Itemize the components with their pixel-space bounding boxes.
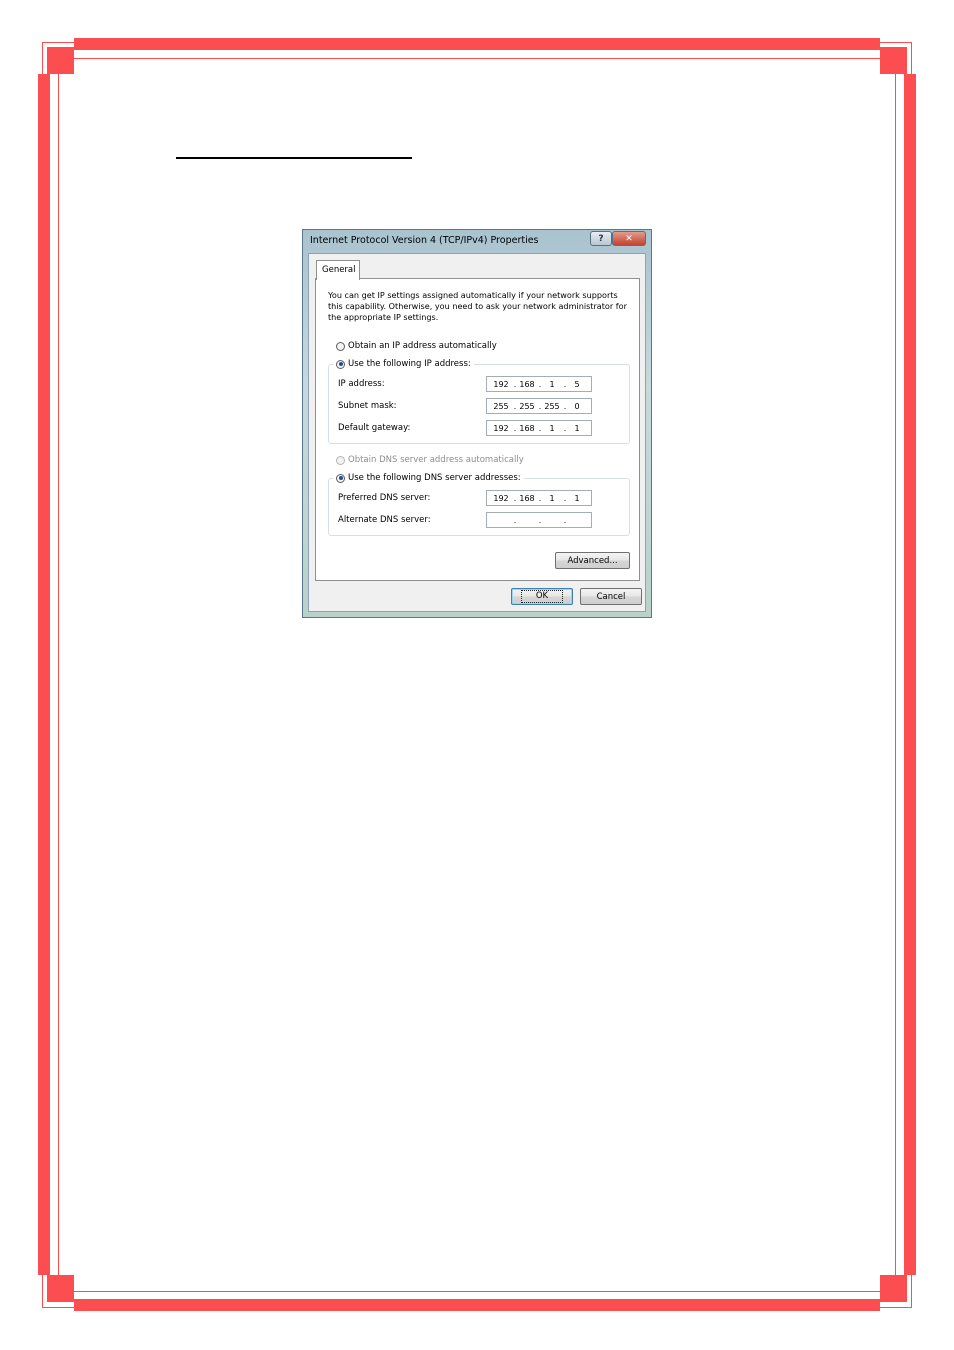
tab-general[interactable]: General [316,260,360,280]
cancel-button-label: Cancel [596,591,626,602]
close-button[interactable]: ✕ [612,231,646,246]
subnet-mask-field[interactable]: 255 . 255 . 255 . 0 [486,398,592,414]
advanced-button[interactable]: Advanced... [555,552,630,569]
ip-address-label: IP address: [338,379,385,389]
default-gateway-label: Default gateway: [338,423,411,433]
ip-octet-1: 192 [493,424,509,433]
ip-octet-3: 255 [544,402,560,411]
radio-circle-selected [336,473,345,483]
alternate-dns-field[interactable]: . . . [486,512,592,528]
ip-octet-3: 1 [549,494,555,503]
radio-circle [336,455,345,465]
ip-octet-2: 168 [519,424,535,433]
ip-octet-4: 1 [574,494,580,503]
ip-octet-3: 1 [549,424,555,433]
dialog-title: Internet Protocol Version 4 (TCP/IPv4) P… [310,235,539,246]
close-icon: ✕ [625,233,633,244]
radio-label: Obtain an IP address automatically [348,341,497,351]
ip-octet-1: 192 [493,494,509,503]
obtain-dns-auto-radio[interactable]: Obtain DNS server address automatically [336,455,524,465]
ip-dot: . [538,516,542,525]
ip-address-field[interactable]: 192 . 168 . 1 . 5 [486,376,592,392]
obtain-ip-auto-radio[interactable]: Obtain an IP address automatically [336,341,497,351]
ip-octet-4: 0 [574,402,580,411]
ip-dot: . [513,516,517,525]
ip-octet-3: 1 [549,380,555,389]
alternate-dns-label: Alternate DNS server: [338,515,431,525]
preferred-dns-field[interactable]: 192 . 168 . 1 . 1 [486,490,592,506]
ip-octet-4: 5 [574,380,580,389]
preferred-dns-label: Preferred DNS server: [338,493,431,503]
ok-button[interactable]: OK [511,588,573,605]
radio-circle [336,341,345,351]
ip-octet-1: 255 [493,402,509,411]
default-gateway-field[interactable]: 192 . 168 . 1 . 1 [486,420,592,436]
radio-circle-selected [336,359,345,369]
advanced-button-label: Advanced... [567,555,618,566]
ok-button-label: OK [520,590,564,603]
heading-underline [176,157,412,159]
ip-dot: . [563,516,567,525]
cancel-button[interactable]: Cancel [580,588,642,605]
radio-label: Use the following DNS server addresses: [348,473,521,483]
dialog-client-area: General You can get IP settings assigned… [308,253,646,612]
description-text: You can get IP settings assigned automat… [328,290,627,322]
radio-label: Use the following IP address: [348,359,471,369]
tcpip-properties-dialog: Internet Protocol Version 4 (TCP/IPv4) P… [302,229,652,618]
ip-octet-2: 255 [519,402,535,411]
use-following-dns-radio[interactable]: Use the following DNS server addresses: [333,473,524,483]
ip-octet-1: 192 [493,380,509,389]
subnet-mask-label: Subnet mask: [338,401,397,411]
use-following-ip-radio[interactable]: Use the following IP address: [333,359,474,369]
ip-octet-2: 168 [519,494,535,503]
ip-octet-2: 168 [519,380,535,389]
general-tab-panel: You can get IP settings assigned automat… [315,278,640,581]
help-button[interactable]: ? [590,231,612,246]
ip-octet-4: 1 [574,424,580,433]
radio-label: Obtain DNS server address automatically [348,455,524,465]
question-icon: ? [598,233,604,244]
title-bar[interactable]: Internet Protocol Version 4 (TCP/IPv4) P… [303,230,651,252]
